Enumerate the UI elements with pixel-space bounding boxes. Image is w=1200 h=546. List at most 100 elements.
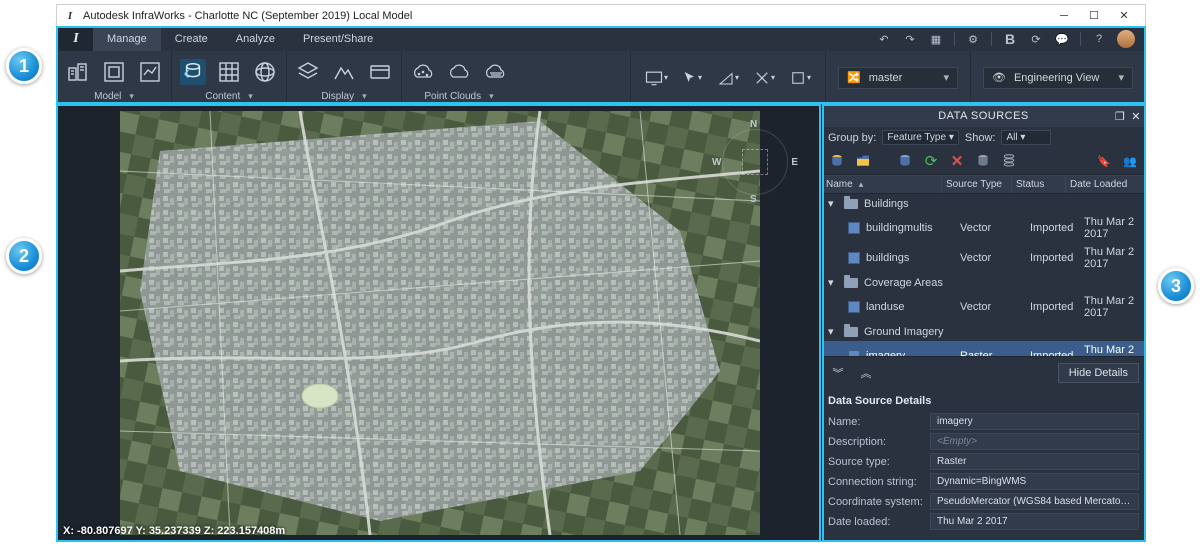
col-status-header[interactable]: Status [1012,176,1066,193]
layers-box-icon[interactable] [101,59,127,85]
tab-analyze[interactable]: Analyze [222,27,289,51]
callout-3: 3 [1158,268,1194,304]
view-combo[interactable]: 👁 Engineering View ▾ [983,67,1133,89]
panel-title: DATA SOURCES ❐ ✕ [822,105,1145,127]
table-row[interactable]: landuseVectorImportedThu Mar 2 2017 [822,292,1145,322]
pointer-icon[interactable]: ▾ [679,65,705,91]
chevron-down-icon[interactable] [358,91,367,102]
window-maximize-button[interactable]: ☐ [1079,6,1109,26]
collapse-up-icon[interactable]: ︽ [856,364,876,382]
ribbon: Model Content Display Poin [57,51,1145,105]
gear-icon[interactable]: ⚙ [965,31,981,47]
tree-group[interactable]: ▾Buildings [822,194,1145,213]
panel-filter-row: Group by: Feature Type ▾ Show: All ▾ [822,127,1145,148]
user-sync-icon[interactable]: 👥 [1121,152,1139,170]
col-name-header[interactable]: Name [826,179,853,190]
avatar-icon[interactable] [1117,30,1135,48]
tab-label: Analyze [236,33,275,45]
data-source-tree[interactable]: ▾BuildingsbuildingmultisVectorImportedTh… [822,194,1145,356]
flag-red-icon[interactable]: 🔖 [1095,152,1113,170]
mountain-icon[interactable] [331,59,357,85]
redo-icon[interactable]: ↷ [902,31,918,47]
tree-group[interactable]: ▾Ground Imagery [822,322,1145,341]
table-row[interactable]: imageryRasterImportedThu Mar 2 2017 [822,341,1145,356]
panel-popout-icon[interactable]: ❐ [1115,110,1125,123]
titlebar-right-icons: ↶ ↷ ▦ ⚙ B ⟳ 💬 ? [876,27,1145,51]
tab-label: Present/Share [303,33,373,45]
window-close-button[interactable]: ✕ [1109,6,1139,26]
chevron-down-icon[interactable] [485,91,494,102]
detail-value-name: imagery [930,413,1139,430]
tab-manage[interactable]: Manage [93,27,161,51]
chevron-down-icon[interactable] [244,91,253,102]
cloud-dense-icon[interactable] [482,59,508,85]
hide-details-button[interactable]: Hide Details [1058,363,1139,383]
ribbon-group-label[interactable]: Model [94,91,121,102]
buildings-icon[interactable] [65,59,91,85]
col-type-header[interactable]: Source Type [942,176,1012,193]
chevron-down-icon[interactable] [125,91,134,102]
row-date: Thu Mar 2 2017 [1084,295,1139,319]
screen-icon[interactable]: ▾ [643,65,669,91]
bold-b-icon[interactable]: B [1002,31,1018,47]
ribbon-group-label[interactable]: Content [205,91,240,102]
group-by-select[interactable]: Feature Type ▾ [882,130,959,145]
detail-value-conn: Dynamic=BingWMS [930,473,1139,490]
collapse-down-icon[interactable]: ︾ [828,364,848,382]
rectangle-icon[interactable]: ▾ [787,65,813,91]
db-import-icon[interactable] [180,59,206,85]
home-button[interactable]: I [59,27,93,51]
panel-close-icon[interactable]: ✕ [1131,110,1141,123]
triangle-icon[interactable]: ▾ [715,65,741,91]
table-row[interactable]: buildingmultisVectorImportedThu Mar 2 20… [822,213,1145,243]
data-sources-panel: DATA SOURCES ❐ ✕ Group by: Feature Type … [822,105,1145,541]
delete-x-icon[interactable]: ✕ [948,152,966,170]
compass-s: S [750,194,757,205]
crossed-tools-icon[interactable]: ▾ [751,65,777,91]
window-minimize-button[interactable]: ─ [1049,6,1079,26]
table-row[interactable]: buildingsVectorImportedThu Mar 2 2017 [822,243,1145,273]
db-add-icon[interactable] [828,152,846,170]
chat-icon[interactable]: 💬 [1054,31,1070,47]
tree-group[interactable]: ▾Coverage Areas [822,273,1145,292]
divider [954,32,955,46]
col-date-header[interactable]: Date Loaded [1066,176,1145,193]
layer-icon [848,222,860,234]
db-icon[interactable] [896,152,914,170]
undo-icon[interactable]: ↶ [876,31,892,47]
tab-create[interactable]: Create [161,27,222,51]
person-engineering-icon: 👁 [992,71,1006,84]
row-status: Imported [1030,301,1084,313]
panel-title-text: DATA SOURCES [938,110,1029,122]
refresh-green-icon[interactable]: ⟳ [922,152,940,170]
db-open-icon[interactable] [854,152,872,170]
model-canvas[interactable]: N E S W X: -80.807697 Y: 35.237339 Z: 22… [57,105,822,541]
layers-icon[interactable] [295,59,321,85]
db-grey-icon[interactable] [974,152,992,170]
ribbon-group-display: Display [287,51,402,104]
grid4-icon[interactable]: ▦ [928,31,944,47]
branch-combo[interactable]: 🔀 master ▾ [838,67,958,89]
help-icon[interactable]: ? [1091,31,1107,47]
grid-icon[interactable] [216,59,242,85]
ribbon-group-label[interactable]: Point Clouds [424,91,481,102]
window-title: Autodesk InfraWorks - Charlotte NC (Sept… [83,10,412,22]
folder-icon [844,327,858,337]
ribbon-group-label[interactable]: Display [321,91,354,102]
view-cube-compass[interactable]: N E S W [712,119,798,205]
show-select[interactable]: All ▾ [1001,130,1051,145]
refresh-icon[interactable]: ⟳ [1028,31,1044,47]
detail-value-crs: PseudoMercator (WGS84 based Mercator (sp… [930,493,1139,510]
tab-present-share[interactable]: Present/Share [289,27,387,51]
card-icon[interactable] [367,59,393,85]
globe-icon[interactable] [252,59,278,85]
sort-asc-icon[interactable] [857,179,864,190]
layer-icon [848,252,860,264]
cloud-icon[interactable] [446,59,472,85]
chart-box-icon[interactable] [137,59,163,85]
app-logo-icon: I [63,9,77,23]
db-stack-icon[interactable] [1000,152,1018,170]
compass-w: W [712,157,721,168]
show-label: Show: [965,132,996,144]
cloud-wire-icon[interactable] [410,59,436,85]
